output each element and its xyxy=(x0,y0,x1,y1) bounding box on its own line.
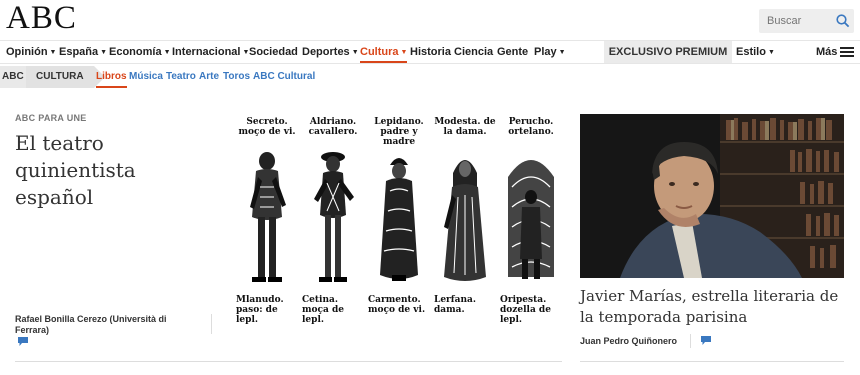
caret-down-icon: ▼ xyxy=(163,49,171,56)
nav-item-estilo[interactable]: Estilo ▼ xyxy=(736,41,775,63)
figure-caption-bottom: Carmento. moço de vi. xyxy=(368,295,426,315)
woodcut-figure: Lepidano. padre y madre Carmento. moço d… xyxy=(368,117,430,317)
article-photo[interactable] xyxy=(580,114,844,278)
divider xyxy=(690,334,691,348)
nav-item-opinion[interactable]: Opinión ▼ xyxy=(6,41,56,63)
nav-item-sociedad[interactable]: Sociedad xyxy=(249,41,298,63)
divider xyxy=(15,361,562,362)
woodcut-figure: Perucho. ortelano. Oripesta. dozella de … xyxy=(500,117,562,325)
woodcut-figure: Secreto. moço de vi. Mlanudo. paso: de l… xyxy=(236,117,298,325)
comment-icon[interactable] xyxy=(701,336,711,345)
figure-caption-top: Lepidano. padre y madre xyxy=(374,117,424,147)
divider xyxy=(580,361,844,362)
nav-item-play[interactable]: Play ▼ xyxy=(534,41,566,63)
subnav-libros[interactable]: Libros xyxy=(96,66,127,88)
figure-caption-bottom: Mlanudo. paso: de lepl. xyxy=(236,295,284,325)
secondary-author[interactable]: Juan Pedro Quiñonero xyxy=(580,336,677,346)
caret-down-icon: ▼ xyxy=(49,49,57,56)
subnav-abc-cultural[interactable]: ABC Cultural xyxy=(253,66,315,88)
figure-drawing xyxy=(380,158,418,281)
figure-caption-top: Perucho. ortelano. xyxy=(508,117,554,137)
figure-caption-top: Secreto. moço de vi. xyxy=(238,117,296,137)
subnav-teatro[interactable]: Teatro xyxy=(166,66,196,88)
subnav-toros[interactable]: Toros xyxy=(223,66,250,88)
caret-down-icon: ▼ xyxy=(767,49,775,56)
breadcrumb-root[interactable]: ABC xyxy=(0,66,26,88)
article-author[interactable]: Rafael Bonilla Cerezo (Università di Fer… xyxy=(15,314,195,336)
caret-down-icon: ▼ xyxy=(100,49,108,56)
premium-link[interactable]: EXCLUSIVO PREMIUM xyxy=(604,41,732,63)
nav-item-historia[interactable]: Historia xyxy=(410,41,451,63)
article-kicker[interactable]: ABC PARA UNE xyxy=(15,113,87,123)
figure-drawing xyxy=(444,160,486,281)
search-box[interactable] xyxy=(759,9,854,33)
subnav-arte[interactable]: Arte xyxy=(199,66,219,88)
caret-down-icon: ▼ xyxy=(351,49,359,56)
section-subnav: ABC CULTURA Libros Música Teatro Arte To… xyxy=(0,65,860,89)
hamburger-menu-icon[interactable] xyxy=(840,47,854,57)
search-icon[interactable] xyxy=(835,13,851,29)
caret-down-icon: ▼ xyxy=(558,49,566,56)
site-header: ABC xyxy=(0,0,860,40)
nav-item-gente[interactable]: Gente xyxy=(497,41,528,63)
comment-icon[interactable] xyxy=(18,337,28,346)
subnav-musica[interactable]: Música xyxy=(129,66,163,88)
nav-item-cultura[interactable]: Cultura ▼ xyxy=(360,41,408,63)
figure-caption-bottom: Cetina. moça de lepl. xyxy=(302,295,344,325)
main-nav: Opinión ▼ España ▼ Economía ▼ Internacional… xyxy=(0,40,860,64)
figure-caption-bottom: Oripesta. dozella de lepl. xyxy=(500,295,551,325)
article-headline[interactable]: El teatro quinientista español xyxy=(15,130,215,211)
figure-caption-bottom: Lerfana. dama. xyxy=(434,295,477,315)
caret-down-icon: ▼ xyxy=(400,49,408,56)
woodcut-illustration[interactable]: Secreto. moço de vi. Mlanudo. paso: de l… xyxy=(236,117,563,325)
figure-drawing xyxy=(508,160,554,279)
woodcut-figure: Modesta. de la dama. Lerfana. dama. xyxy=(434,117,496,317)
figure-drawing xyxy=(250,152,286,282)
figure-drawing xyxy=(314,152,354,282)
figure-caption-top: Aldriano. cavallero. xyxy=(308,117,358,137)
nav-item-ciencia[interactable]: Ciencia xyxy=(454,41,493,63)
search-input[interactable] xyxy=(759,9,831,33)
nav-item-internacional[interactable]: Internacional ▼ xyxy=(172,41,249,63)
woodcut-figure: Aldriano. cavallero. Cetina. moça de lep… xyxy=(302,117,364,325)
nav-item-deportes[interactable]: Deportes ▼ xyxy=(302,41,359,63)
abc-logo[interactable]: ABC xyxy=(6,0,77,37)
portrait-image xyxy=(580,114,844,278)
nav-item-economia[interactable]: Economía ▼ xyxy=(109,41,171,63)
divider xyxy=(211,314,212,334)
nav-item-espana[interactable]: España ▼ xyxy=(59,41,107,63)
more-menu-label[interactable]: Más xyxy=(816,41,837,63)
breadcrumb-section[interactable]: CULTURA xyxy=(26,66,105,88)
figure-caption-top: Modesta. de la dama. xyxy=(434,117,496,137)
secondary-headline[interactable]: Javier Marías, estrella literaria de la … xyxy=(580,286,850,328)
